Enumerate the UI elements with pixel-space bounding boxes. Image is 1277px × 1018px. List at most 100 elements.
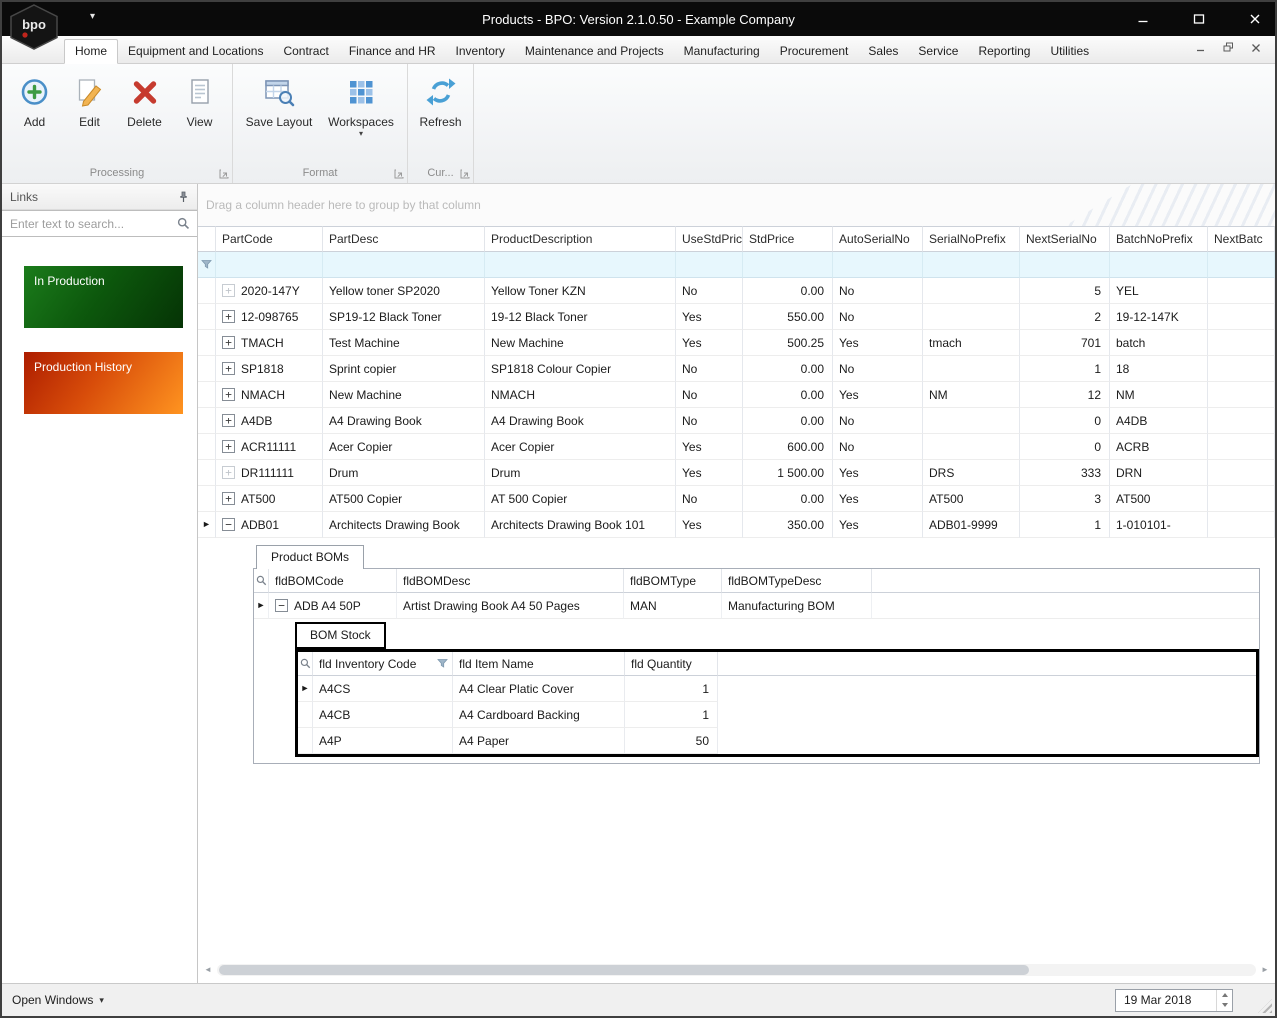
filter-cell-partcode[interactable] (216, 252, 323, 278)
detail-column-header-fldbomcode[interactable]: fldBOMCode (269, 569, 397, 593)
table-row[interactable]: +12-098765SP19-12 Black Toner19-12 Black… (198, 304, 1275, 330)
filter-cell-nextbatc[interactable] (1208, 252, 1275, 278)
menu-tab-sales[interactable]: Sales (858, 40, 908, 63)
column-header-autoserialno[interactable]: AutoSerialNo (833, 226, 923, 252)
menu-tab-inventory[interactable]: Inventory (446, 40, 515, 63)
filter-cell-stdprice[interactable] (743, 252, 833, 278)
menu-tab-service[interactable]: Service (908, 40, 968, 63)
column-header-stdprice[interactable]: StdPrice (743, 226, 833, 252)
expand-row-icon[interactable]: + (222, 388, 235, 401)
table-row[interactable]: +TMACHTest MachineNew MachineYes500.25Ye… (198, 330, 1275, 356)
filter-cell-usestdprice[interactable] (676, 252, 743, 278)
dialog-launcher-icon[interactable] (394, 169, 404, 179)
menu-tab-equipment-and-locations[interactable]: Equipment and Locations (118, 40, 273, 63)
table-row[interactable]: +A4DBA4 Drawing BookA4 Drawing BookNo0.0… (198, 408, 1275, 434)
bom-stock-column-header-fld-item-name[interactable]: fld Item Name (453, 652, 625, 676)
workspaces-button[interactable]: Workspaces ▾ (320, 68, 402, 163)
dialog-launcher-icon[interactable] (219, 169, 229, 179)
bom-stock-row[interactable]: A4PA4 Paper50 (298, 728, 1256, 754)
mdi-minimize-button[interactable] (1196, 40, 1206, 58)
bom-stock-row[interactable]: A4CBA4 Cardboard Backing1 (298, 702, 1256, 728)
resize-grip[interactable] (1258, 999, 1272, 1013)
dialog-launcher-icon[interactable] (460, 169, 470, 179)
search-input[interactable] (2, 210, 197, 237)
scroll-right-button[interactable]: ► (1259, 964, 1271, 976)
detail-column-header-fldbomdesc[interactable]: fldBOMDesc (397, 569, 624, 593)
table-row[interactable]: +SP1818Sprint copierSP1818 Colour Copier… (198, 356, 1275, 382)
expand-row-icon[interactable]: + (222, 466, 235, 479)
link-production-history[interactable]: Production History (24, 352, 183, 414)
open-windows-button[interactable]: Open Windows ▾ (12, 993, 104, 1007)
column-header-nextserialno[interactable]: NextSerialNo (1020, 226, 1110, 252)
cell-useStdPrice: No (676, 382, 743, 408)
tab-product-boms[interactable]: Product BOMs (256, 545, 364, 569)
expand-row-icon[interactable]: + (222, 310, 235, 323)
refresh-button[interactable]: Refresh (413, 68, 468, 163)
view-button[interactable]: View (172, 68, 227, 163)
delete-button[interactable]: Delete (117, 68, 172, 163)
table-row[interactable]: +2020-147YYellow toner SP2020Yellow Tone… (198, 278, 1275, 304)
horizontal-scrollbar[interactable]: ◄ ► (198, 963, 1275, 977)
column-header-partdesc[interactable]: PartDesc (323, 226, 485, 252)
bom-stock-row[interactable]: ►A4CSA4 Clear Platic Cover1 (298, 676, 1256, 702)
collapse-detail-row-icon[interactable]: − (275, 599, 288, 612)
link-in-production[interactable]: In Production (24, 266, 183, 328)
detail-column-header-fldbomtypedesc[interactable]: fldBOMTypeDesc (722, 569, 872, 593)
save-layout-button[interactable]: Save Layout (238, 68, 320, 163)
close-button[interactable] (1247, 11, 1263, 27)
maximize-button[interactable] (1191, 11, 1207, 27)
menu-tab-procurement[interactable]: Procurement (770, 40, 859, 63)
expand-row-icon[interactable]: + (222, 362, 235, 375)
edit-button[interactable]: Edit (62, 68, 117, 163)
minimize-button[interactable] (1135, 11, 1151, 27)
menu-tab-contract[interactable]: Contract (273, 40, 338, 63)
scroll-left-button[interactable]: ◄ (202, 964, 214, 976)
expand-row-icon[interactable]: + (222, 414, 235, 427)
detail-table-row[interactable]: ►−ADB A4 50PArtist Drawing Book A4 50 Pa… (254, 593, 1259, 619)
filter-cell-autoserialno[interactable] (833, 252, 923, 278)
table-row[interactable]: +NMACHNew MachineNMACHNo0.00YesNM12NM (198, 382, 1275, 408)
add-button[interactable]: Add (7, 68, 62, 163)
filter-cell-nextserialno[interactable] (1020, 252, 1110, 278)
menu-tab-home[interactable]: Home (64, 39, 118, 64)
column-filter-button[interactable] (437, 658, 448, 669)
column-header-serialnoprefix[interactable]: SerialNoPrefix (923, 226, 1020, 252)
column-header-productdescription[interactable]: ProductDescription (485, 226, 676, 252)
collapse-row-icon[interactable]: − (222, 518, 235, 531)
menu-tab-manufacturing[interactable]: Manufacturing (674, 40, 770, 63)
expand-row-icon[interactable]: + (222, 284, 235, 297)
expand-row-icon[interactable]: + (222, 440, 235, 453)
expand-row-icon[interactable]: + (222, 336, 235, 349)
mdi-restore-button[interactable] (1223, 40, 1234, 58)
expand-row-icon[interactable]: + (222, 492, 235, 505)
bom-stock-column-header-fld-quantity[interactable]: fld Quantity (625, 652, 718, 676)
spinner-down-button[interactable] (1217, 1000, 1232, 1011)
scrollbar-thumb[interactable] (219, 965, 1029, 975)
column-header-nextbatc[interactable]: NextBatc (1208, 226, 1275, 252)
tab-bom-stock[interactable]: BOM Stock (297, 624, 384, 647)
menu-tab-finance-and-hr[interactable]: Finance and HR (339, 40, 446, 63)
table-row[interactable]: +AT500AT500 CopierAT 500 CopierNo0.00Yes… (198, 486, 1275, 512)
group-by-bar[interactable]: Drag a column header here to group by th… (198, 184, 1275, 226)
filter-cell-partdesc[interactable] (323, 252, 485, 278)
pin-button[interactable] (178, 191, 189, 203)
table-row[interactable]: +ACR11111Acer CopierAcer CopierYes600.00… (198, 434, 1275, 460)
filter-cell-serialnoprefix[interactable] (923, 252, 1020, 278)
quick-access-caret-icon[interactable]: ▾ (90, 11, 95, 22)
column-header-usestdprice[interactable]: UseStdPrice (676, 226, 743, 252)
detail-column-header-fldbomtype[interactable]: fldBOMType (624, 569, 722, 593)
table-row[interactable]: ►−ADB01Architects Drawing BookArchitects… (198, 512, 1275, 538)
date-editor[interactable]: 19 Mar 2018 (1115, 989, 1233, 1012)
scrollbar-track[interactable] (217, 964, 1256, 976)
spinner-up-button[interactable] (1217, 990, 1232, 1001)
table-row[interactable]: +DR111111DrumDrumYes1 500.00YesDRS333DRN (198, 460, 1275, 486)
column-header-batchnoprefix[interactable]: BatchNoPrefix (1110, 226, 1208, 252)
column-header-partcode[interactable]: PartCode (216, 226, 323, 252)
filter-cell-batchnoprefix[interactable] (1110, 252, 1208, 278)
bom-stock-column-header-fld-inventory-code[interactable]: fld Inventory Code (313, 652, 453, 676)
menu-tab-utilities[interactable]: Utilities (1040, 40, 1099, 63)
menu-tab-maintenance-and-projects[interactable]: Maintenance and Projects (515, 40, 674, 63)
filter-cell-productdescription[interactable] (485, 252, 676, 278)
menu-tab-reporting[interactable]: Reporting (968, 40, 1040, 63)
mdi-close-button[interactable] (1251, 40, 1261, 58)
